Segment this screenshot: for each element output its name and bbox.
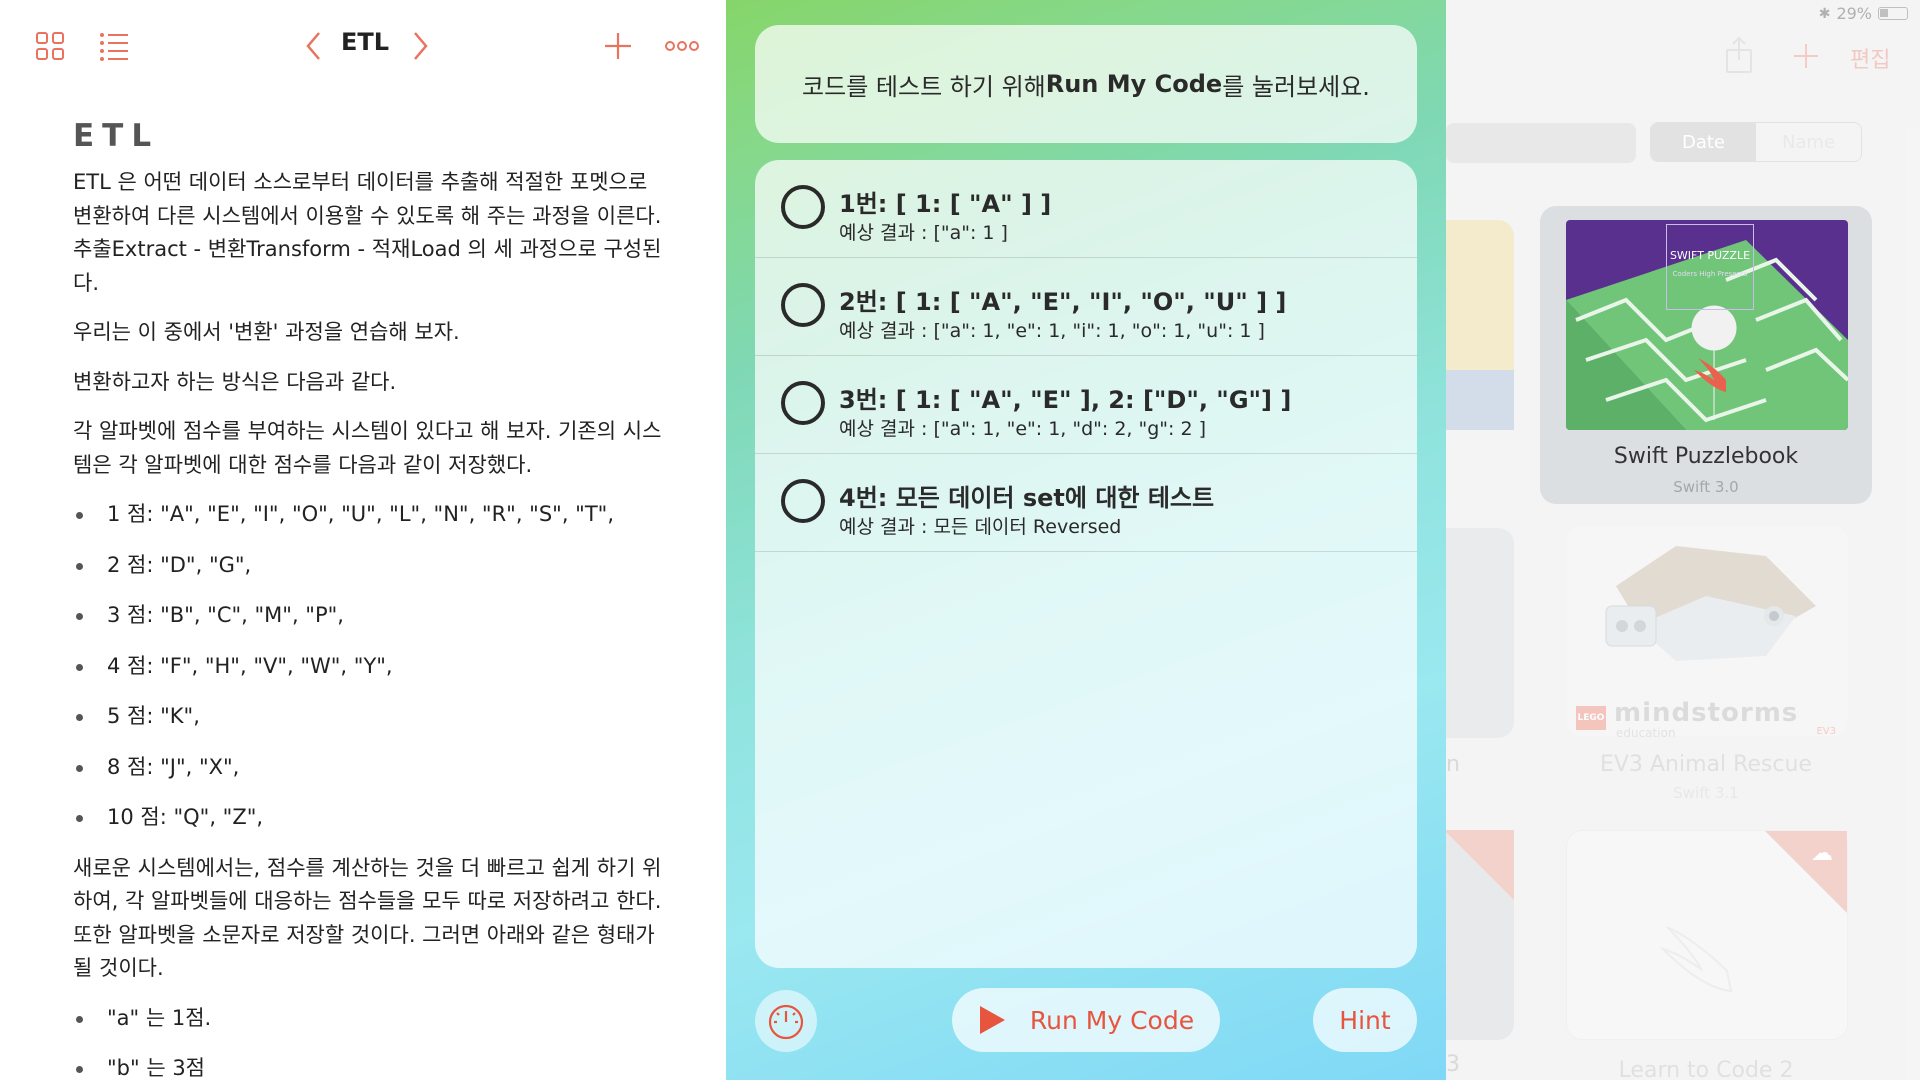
partial-card[interactable]	[1446, 220, 1514, 430]
test-expected: 예상 결과 : ["a": 1 ]	[839, 222, 1008, 244]
more-icon[interactable]	[662, 26, 702, 66]
test-row-2: 2번: [ 1: [ "A", "E", "I", "O", "U" ] ] 예…	[755, 258, 1417, 356]
test-expected: 예상 결과 : ["a": 1, "e": 1, "d": 2, "g": 2 …	[839, 418, 1207, 440]
list-item: 5 점: "K",	[73, 700, 673, 734]
hint-button-label: Hint	[1339, 1005, 1391, 1035]
playground-card-learn-to-code-2[interactable]: ☁	[1566, 830, 1848, 1040]
test-title: 1번: [ 1: [ "A" ] ]	[839, 190, 1052, 218]
live-view: 코드를 테스트 하기 위해 Run My Code 를 눌러보세요. 1번: [ …	[726, 0, 1446, 1080]
card-title: Learn to Code 2	[1618, 1058, 1794, 1080]
list-item: 4 점: "F", "H", "V", "W", "Y",	[73, 650, 673, 684]
list-item: 3 점: "B", "C", "M", "P",	[73, 599, 673, 633]
status-circle-icon	[781, 479, 825, 523]
document-pane: ETL ETL ETL 은 어떤 데이터 소스로부터 데이터를 추출해 적절한 …	[0, 0, 726, 1080]
document-title: ETL	[340, 28, 390, 56]
ev3-badge: EV3	[1816, 726, 1836, 737]
add-icon[interactable]	[1792, 42, 1820, 70]
cloud-corner-badge	[1765, 831, 1847, 913]
chevron-left-icon[interactable]	[294, 26, 334, 66]
test-expected: 예상 결과 : ["a": 1, "e": 1, "i": 1, "o": 1,…	[839, 320, 1265, 342]
document-toolbar: ETL	[0, 0, 726, 90]
status-circle-icon	[781, 185, 825, 229]
partial-card[interactable]	[1446, 528, 1514, 738]
swift-puzzle-cover: SWIFT PUZZLE Coders High Presents	[1566, 220, 1848, 430]
test-title: 3번: [ 1: [ "A", "E" ], 2: ["D", "G"] ]	[839, 386, 1292, 414]
list-item: 8 점: "J", "X",	[73, 751, 673, 785]
partial-card-art	[1446, 370, 1514, 430]
speedometer-icon	[768, 1004, 804, 1040]
list-item: "b" 는 3점	[73, 1052, 673, 1080]
card-subtitle: Swift 3.1	[1673, 784, 1739, 802]
test-results-panel: 1번: [ 1: [ "A" ] ] 예상 결과 : ["a": 1 ] 2번:…	[755, 160, 1417, 968]
paragraph: 각 알파벳에 점수를 부여하는 시스템이 있다고 해 보자. 기존의 시스템은 …	[73, 419, 662, 477]
bluetooth-icon: ✱	[1818, 5, 1831, 22]
paragraph: 변환하고자 하는 방식은 다음과 같다.	[73, 369, 397, 394]
list-item: 10 점: "Q", "Z",	[73, 801, 673, 835]
partial-card-title: n	[1446, 752, 1460, 777]
hint-button[interactable]: Hint	[1313, 988, 1417, 1052]
cover-title: SWIFT PUZZLE	[1669, 249, 1751, 262]
banner-text-prefix: 코드를 테스트 하기 위해	[802, 72, 1046, 101]
sort-date-option[interactable]: Date	[1651, 123, 1756, 161]
list-item: 1 점: "A", "E", "I", "O", "U", "L", "N", …	[73, 498, 673, 532]
card-title: Swift Puzzlebook	[1613, 444, 1799, 469]
robot-illustration	[1605, 546, 1816, 661]
plus-icon[interactable]	[598, 26, 638, 66]
grid-view-icon[interactable]	[30, 26, 70, 66]
share-icon[interactable]	[1724, 36, 1754, 74]
document-heading: ETL	[73, 118, 160, 154]
battery-percent: 29%	[1836, 4, 1872, 23]
card-title: EV3 Animal Rescue	[1600, 752, 1812, 777]
partial-card-title: 3	[1446, 1052, 1460, 1077]
list-item: 2 점: "D", "G",	[73, 549, 673, 583]
play-icon	[979, 1006, 1005, 1034]
card-subtitle: Swift 3.0	[1673, 478, 1739, 496]
mindstorms-logo: mindstorms	[1614, 698, 1799, 728]
partial-card[interactable]	[1446, 830, 1514, 1040]
status-circle-icon	[781, 381, 825, 425]
test-row-4: 4번: 모든 데이터 set에 대한 테스트 예상 결과 : 모든 데이터 Re…	[755, 454, 1417, 552]
test-row-1: 1번: [ 1: [ "A" ] ] 예상 결과 : ["a": 1 ]	[755, 160, 1417, 258]
playground-card-ev3-animal-rescue[interactable]: LEGO mindstorms education EV3	[1566, 526, 1848, 740]
library-pane: ✱ 29% 편집 Date Name n 3 SWIFT PUZZLE Code…	[1446, 0, 1920, 1080]
cover-subtitle: Coders High Presents	[1672, 270, 1748, 278]
sort-name-option[interactable]: Name	[1756, 123, 1861, 161]
document-body: ETL ETL 은 어떤 데이터 소스로부터 데이터를 추출해 적절한 포멧으로…	[73, 116, 673, 1080]
cover-title-box: SWIFT PUZZLE Coders High Presents	[1666, 224, 1754, 310]
list-item: "a" 는 1점.	[73, 1002, 673, 1036]
paragraph: 우리는 이 중에서 '변환' 과정을 연습해 보자.	[73, 320, 460, 344]
score-list: 1 점: "A", "E", "I", "O", "U", "L", "N", …	[73, 498, 673, 835]
run-button-label: Run My Code	[1029, 1005, 1195, 1035]
paragraph: ETL 은 어떤 데이터 소스로부터 데이터를 추출해 적절한 포멧으로 변환하…	[73, 170, 662, 295]
test-title: 2번: [ 1: [ "A", "E", "I", "O", "U" ] ]	[839, 288, 1287, 316]
status-circle-icon	[781, 283, 825, 327]
run-my-code-button[interactable]: Run My Code	[952, 988, 1220, 1052]
letter-list: "a" 는 1점. "b" 는 3점	[73, 1002, 673, 1080]
test-title: 4번: 모든 데이터 set에 대한 테스트	[839, 484, 1215, 512]
instruction-banner: 코드를 테스트 하기 위해 Run My Code 를 눌러보세요.	[755, 25, 1417, 143]
test-row-3: 3번: [ 1: [ "A", "E" ], 2: ["D", "G"] ] 예…	[755, 356, 1417, 454]
status-bar: ✱ 29%	[1819, 4, 1908, 23]
list-view-icon[interactable]	[94, 26, 134, 66]
education-label: education	[1616, 726, 1676, 740]
banner-text-bold: Run My Code	[1045, 70, 1223, 98]
cloud-corner-badge	[1446, 830, 1514, 900]
lego-logo: LEGO	[1576, 706, 1606, 730]
cloud-icon: ☁	[1811, 841, 1833, 866]
banner-text-suffix: 를 눌러보세요.	[1222, 72, 1370, 101]
search-bar[interactable]	[1446, 123, 1636, 163]
sort-segmented-control[interactable]: Date Name	[1650, 122, 1862, 162]
playground-card-swift-puzzlebook[interactable]: SWIFT PUZZLE Coders High Presents Swift …	[1540, 206, 1872, 504]
battery-icon	[1878, 7, 1908, 20]
speed-meter-button[interactable]	[755, 990, 817, 1052]
test-expected: 예상 결과 : 모든 데이터 Reversed	[839, 516, 1122, 538]
chevron-right-icon[interactable]	[400, 26, 440, 66]
edit-button[interactable]: 편집	[1850, 42, 1890, 74]
paragraph: 새로운 시스템에서는, 점수를 계산하는 것을 더 빠르고 쉽게 하기 위하여,…	[73, 855, 662, 981]
